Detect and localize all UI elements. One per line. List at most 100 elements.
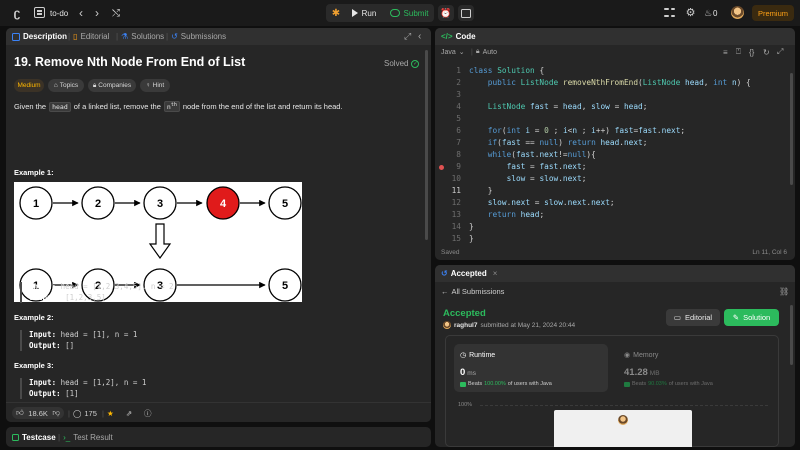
braces-icon[interactable]: {} [749, 45, 754, 59]
favorite-button[interactable]: | ★ [102, 407, 114, 419]
tab-submissions[interactable]: | ↺ Submissions [166, 28, 226, 45]
code-text: slow.next = slow.next.next; [487, 197, 615, 207]
node-top-1: 1 [19, 186, 53, 220]
statement-text: Given the [14, 102, 47, 112]
tab-editorial-label: Editorial [80, 32, 110, 41]
layout-grid-icon[interactable] [664, 7, 675, 18]
alarm-clock-icon[interactable]: ⏰ [438, 5, 454, 21]
code-scrollbar[interactable] [790, 73, 793, 185]
line-number: 10 [451, 173, 461, 183]
solved-label: Solved [384, 59, 409, 68]
shuffle-icon[interactable]: ⤭ [110, 6, 122, 20]
link-icon[interactable]: ⛓ [779, 284, 789, 298]
top-bar: ʗ to-do ‹ › ⤭ ✱ Run Submit ⏰ ⚙ ♨ 0 Premi… [0, 0, 800, 26]
companies-chip[interactable]: 🔒︎ Companies [88, 79, 136, 92]
input-value: head = [1,2,3,4,5], n = 2 [60, 282, 174, 291]
premium-button[interactable]: Premium [752, 5, 794, 21]
line-number: 3 [456, 89, 461, 99]
runtime-card[interactable]: ◷ Runtime 0 ms Beats 100.00% of users wit… [454, 344, 608, 392]
line-number: 14 [451, 221, 461, 231]
fire-icon[interactable]: ♨ [703, 7, 713, 19]
avatar [443, 321, 451, 329]
inline-code: nth [163, 101, 180, 113]
tab-divider: | [116, 32, 119, 41]
all-submissions-link[interactable]: ← All Submissions [441, 284, 504, 298]
tab-test-result[interactable]: | ›_ Test Result [58, 428, 113, 446]
share-icon[interactable]: ⇗ [126, 407, 132, 419]
submission-status: Accepted [443, 308, 486, 319]
beats-suffix: of users with Java [668, 381, 713, 387]
tab-description-label: Description [23, 32, 68, 41]
memory-chip-icon: ◉ [624, 352, 631, 359]
reset-icon[interactable]: ↻ [763, 45, 770, 59]
accepted-tab[interactable]: ↺ Accepted × [441, 265, 497, 282]
chevron-down-icon: ⌄ [458, 49, 465, 56]
streak-count[interactable]: 0 [713, 7, 717, 19]
mode-label: Auto [482, 48, 497, 56]
memory-card[interactable]: ◉ Memory 41.28 MB Beats 90.03% of users w… [618, 344, 772, 392]
username[interactable]: raghul7 [454, 322, 477, 329]
topics-chip[interactable]: ⌂ Topics [48, 79, 84, 92]
code-text: } [469, 233, 474, 243]
input-value: head = [1], n = 1 [60, 330, 138, 339]
debug-icon[interactable]: ✱ [328, 4, 344, 22]
solution-button[interactable]: ✎ Solution [724, 309, 779, 326]
tab-solutions[interactable]: | ⚗ Solutions [116, 28, 164, 45]
superscript: th [170, 102, 177, 108]
avatar[interactable] [731, 6, 744, 19]
close-icon[interactable]: × [493, 269, 498, 278]
beats-pct: 90.03% [648, 381, 667, 387]
fullscreen-icon[interactable]: ⤢ [777, 45, 783, 59]
result-scrollbar[interactable] [790, 305, 793, 365]
collapse-icon[interactable]: ‹ [418, 28, 421, 45]
example-input: Input: head = [1,2], n = 1 [29, 378, 146, 389]
example-title: Example 1: [14, 168, 54, 177]
editorial-button[interactable]: ▭ Editorial [666, 309, 720, 326]
description-icon [12, 32, 20, 41]
expand-icon[interactable]: ⤢ [404, 28, 411, 45]
accepted-tab-label: Accepted [450, 269, 487, 278]
run-button[interactable]: Run [348, 4, 380, 22]
gear-icon[interactable]: ⚙ [684, 6, 697, 19]
chevron-left-icon[interactable]: ‹ [75, 6, 87, 20]
language-label: Java [441, 48, 456, 56]
line-number: 7 [456, 137, 461, 147]
statement-text: node from the end of the list and return… [182, 102, 343, 112]
problem-list-icon[interactable] [34, 7, 45, 18]
tab-description[interactable]: Description [12, 28, 67, 45]
description-tabs: Description | ▯ Editorial | ⚗ Solutions … [6, 28, 431, 45]
problem-list-label[interactable]: to-do [50, 7, 68, 19]
check-circle-icon: ✓ [411, 59, 420, 68]
bookmark-icon[interactable]: ⍞ [736, 45, 741, 59]
cursor-position: Ln 11, Col 6 [752, 249, 787, 256]
like-dislike-group: 👍︎ 18.6K 👎︎ [12, 407, 64, 419]
thumbs-down-icon[interactable]: 👎︎ [52, 408, 60, 418]
toolbar-divider: | [471, 48, 473, 56]
description-scrollbar[interactable] [425, 50, 428, 240]
cloud-upload-icon [389, 9, 400, 17]
notes-icon[interactable] [458, 5, 474, 21]
line-number: 4 [456, 101, 461, 111]
input-value: head = [1,2], n = 1 [60, 378, 147, 387]
leetcode-logo-icon[interactable]: ʗ [10, 6, 24, 20]
language-select[interactable]: Java ⌄ [441, 45, 465, 59]
thumbs-up-icon[interactable]: 👍︎ [16, 408, 24, 418]
statement-text: of a linked list, remove the [73, 102, 161, 112]
runtime-number: 0 [460, 367, 466, 378]
tab-editorial[interactable]: | ▯ Editorial [68, 28, 109, 45]
auto-mode[interactable]: | 🔒︎ Auto [471, 45, 497, 59]
example-3-block: Input: head = [1,2], n = 1 Output: [1] [20, 378, 146, 399]
code-tab[interactable]: </> Code [441, 28, 476, 45]
submit-button[interactable]: Submit [386, 4, 432, 22]
code-header: </> Code [435, 28, 795, 45]
star-icon: ★ [106, 408, 114, 418]
beats-label: Beats [632, 381, 647, 387]
chevron-right-icon[interactable]: › [91, 6, 103, 20]
format-icon[interactable]: ≡ [723, 45, 728, 59]
hint-chip[interactable]: ♀ Hint [140, 79, 170, 92]
help-icon[interactable]: ⓘ [144, 407, 152, 419]
comments-button[interactable]: | ◯ 175 [68, 407, 97, 419]
tab-testcase[interactable]: Testcase [12, 428, 56, 446]
beats-pct: 100.00% [484, 381, 506, 387]
node-label: 3 [157, 198, 163, 210]
